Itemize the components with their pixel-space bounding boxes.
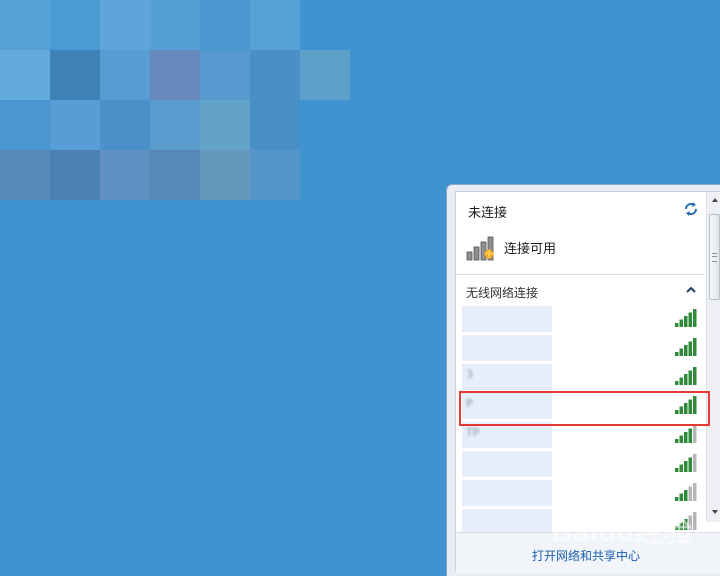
signal-bar bbox=[688, 312, 692, 327]
signal-bar bbox=[684, 490, 688, 501]
signal-bar bbox=[679, 435, 683, 443]
signal-bar bbox=[693, 367, 697, 385]
signal-bar bbox=[693, 454, 697, 472]
wifi-network-item[interactable] bbox=[462, 478, 700, 506]
wifi-network-item[interactable]: P bbox=[462, 391, 700, 419]
signal-bar bbox=[684, 432, 688, 443]
thumb-grip bbox=[712, 253, 717, 262]
wifi-network-item[interactable] bbox=[462, 304, 700, 332]
signal-strength-icon bbox=[675, 454, 697, 472]
signal-strength-icon bbox=[675, 396, 697, 414]
scroll-thumb[interactable] bbox=[709, 214, 720, 300]
signal-bar bbox=[675, 497, 679, 501]
signal-bar bbox=[684, 345, 688, 356]
scrollbar[interactable] bbox=[706, 192, 720, 522]
wifi-network-list: 3 P TP bbox=[462, 304, 700, 536]
network-name: P bbox=[466, 397, 473, 410]
refresh-icon[interactable] bbox=[682, 200, 700, 218]
signal-bar bbox=[688, 428, 692, 443]
signal-bar bbox=[693, 338, 697, 356]
signal-bar bbox=[675, 323, 679, 327]
network-name-blur bbox=[462, 451, 552, 477]
signal-bar bbox=[684, 461, 688, 472]
signal-bar bbox=[679, 464, 683, 472]
signal-bar bbox=[693, 483, 697, 501]
signal-bar bbox=[693, 396, 697, 414]
wifi-network-item[interactable]: 3 bbox=[462, 362, 700, 390]
signal-strength-icon bbox=[675, 338, 697, 356]
network-name: 3 bbox=[466, 368, 473, 381]
signal-bar bbox=[688, 486, 692, 501]
signal-bar bbox=[684, 374, 688, 385]
network-name-blur bbox=[462, 335, 552, 361]
signal-bar bbox=[679, 493, 683, 501]
network-name-blur bbox=[462, 393, 552, 419]
connection-status-title: 未连接 bbox=[468, 206, 508, 221]
wifi-available-icon bbox=[466, 236, 494, 261]
signal-bar bbox=[675, 439, 679, 443]
wifi-network-item[interactable]: TP bbox=[462, 420, 700, 448]
scroll-up-icon[interactable] bbox=[711, 196, 719, 204]
chevron-up-icon[interactable] bbox=[684, 284, 698, 296]
signal-bar bbox=[679, 377, 683, 385]
wifi-network-item[interactable] bbox=[462, 449, 700, 477]
watermark: Baidu经验 bbox=[552, 516, 693, 547]
network-name-blur bbox=[462, 480, 552, 506]
wifi-network-item[interactable] bbox=[462, 333, 700, 361]
signal-bar bbox=[688, 341, 692, 356]
network-name-blur bbox=[462, 306, 552, 332]
signal-bar bbox=[684, 403, 688, 414]
signal-bar bbox=[679, 406, 683, 414]
signal-bar bbox=[688, 457, 692, 472]
network-name-blur bbox=[462, 364, 552, 390]
connection-available-row: 连接可用 bbox=[466, 232, 556, 262]
signal-bar bbox=[675, 410, 679, 414]
scroll-down-icon[interactable] bbox=[711, 508, 719, 516]
signal-strength-icon bbox=[675, 309, 697, 327]
signal-bar bbox=[675, 468, 679, 472]
network-name: TP bbox=[466, 426, 480, 439]
signal-bar bbox=[688, 399, 692, 414]
wireless-section-title: 无线网络连接 bbox=[466, 286, 539, 300]
signal-bar bbox=[693, 512, 697, 530]
blurred-desktop-area bbox=[0, 0, 350, 215]
signal-bar bbox=[693, 425, 697, 443]
signal-bar bbox=[675, 352, 679, 356]
signal-strength-icon bbox=[675, 367, 697, 385]
signal-bar bbox=[679, 348, 683, 356]
signal-strength-icon bbox=[675, 425, 697, 443]
signal-bar bbox=[688, 370, 692, 385]
connection-available-label: 连接可用 bbox=[504, 241, 557, 257]
signal-bar bbox=[693, 309, 697, 327]
signal-strength-icon bbox=[675, 483, 697, 501]
signal-bar bbox=[684, 316, 688, 327]
signal-bar bbox=[675, 381, 679, 385]
divider bbox=[456, 274, 704, 275]
signal-bar bbox=[679, 319, 683, 327]
